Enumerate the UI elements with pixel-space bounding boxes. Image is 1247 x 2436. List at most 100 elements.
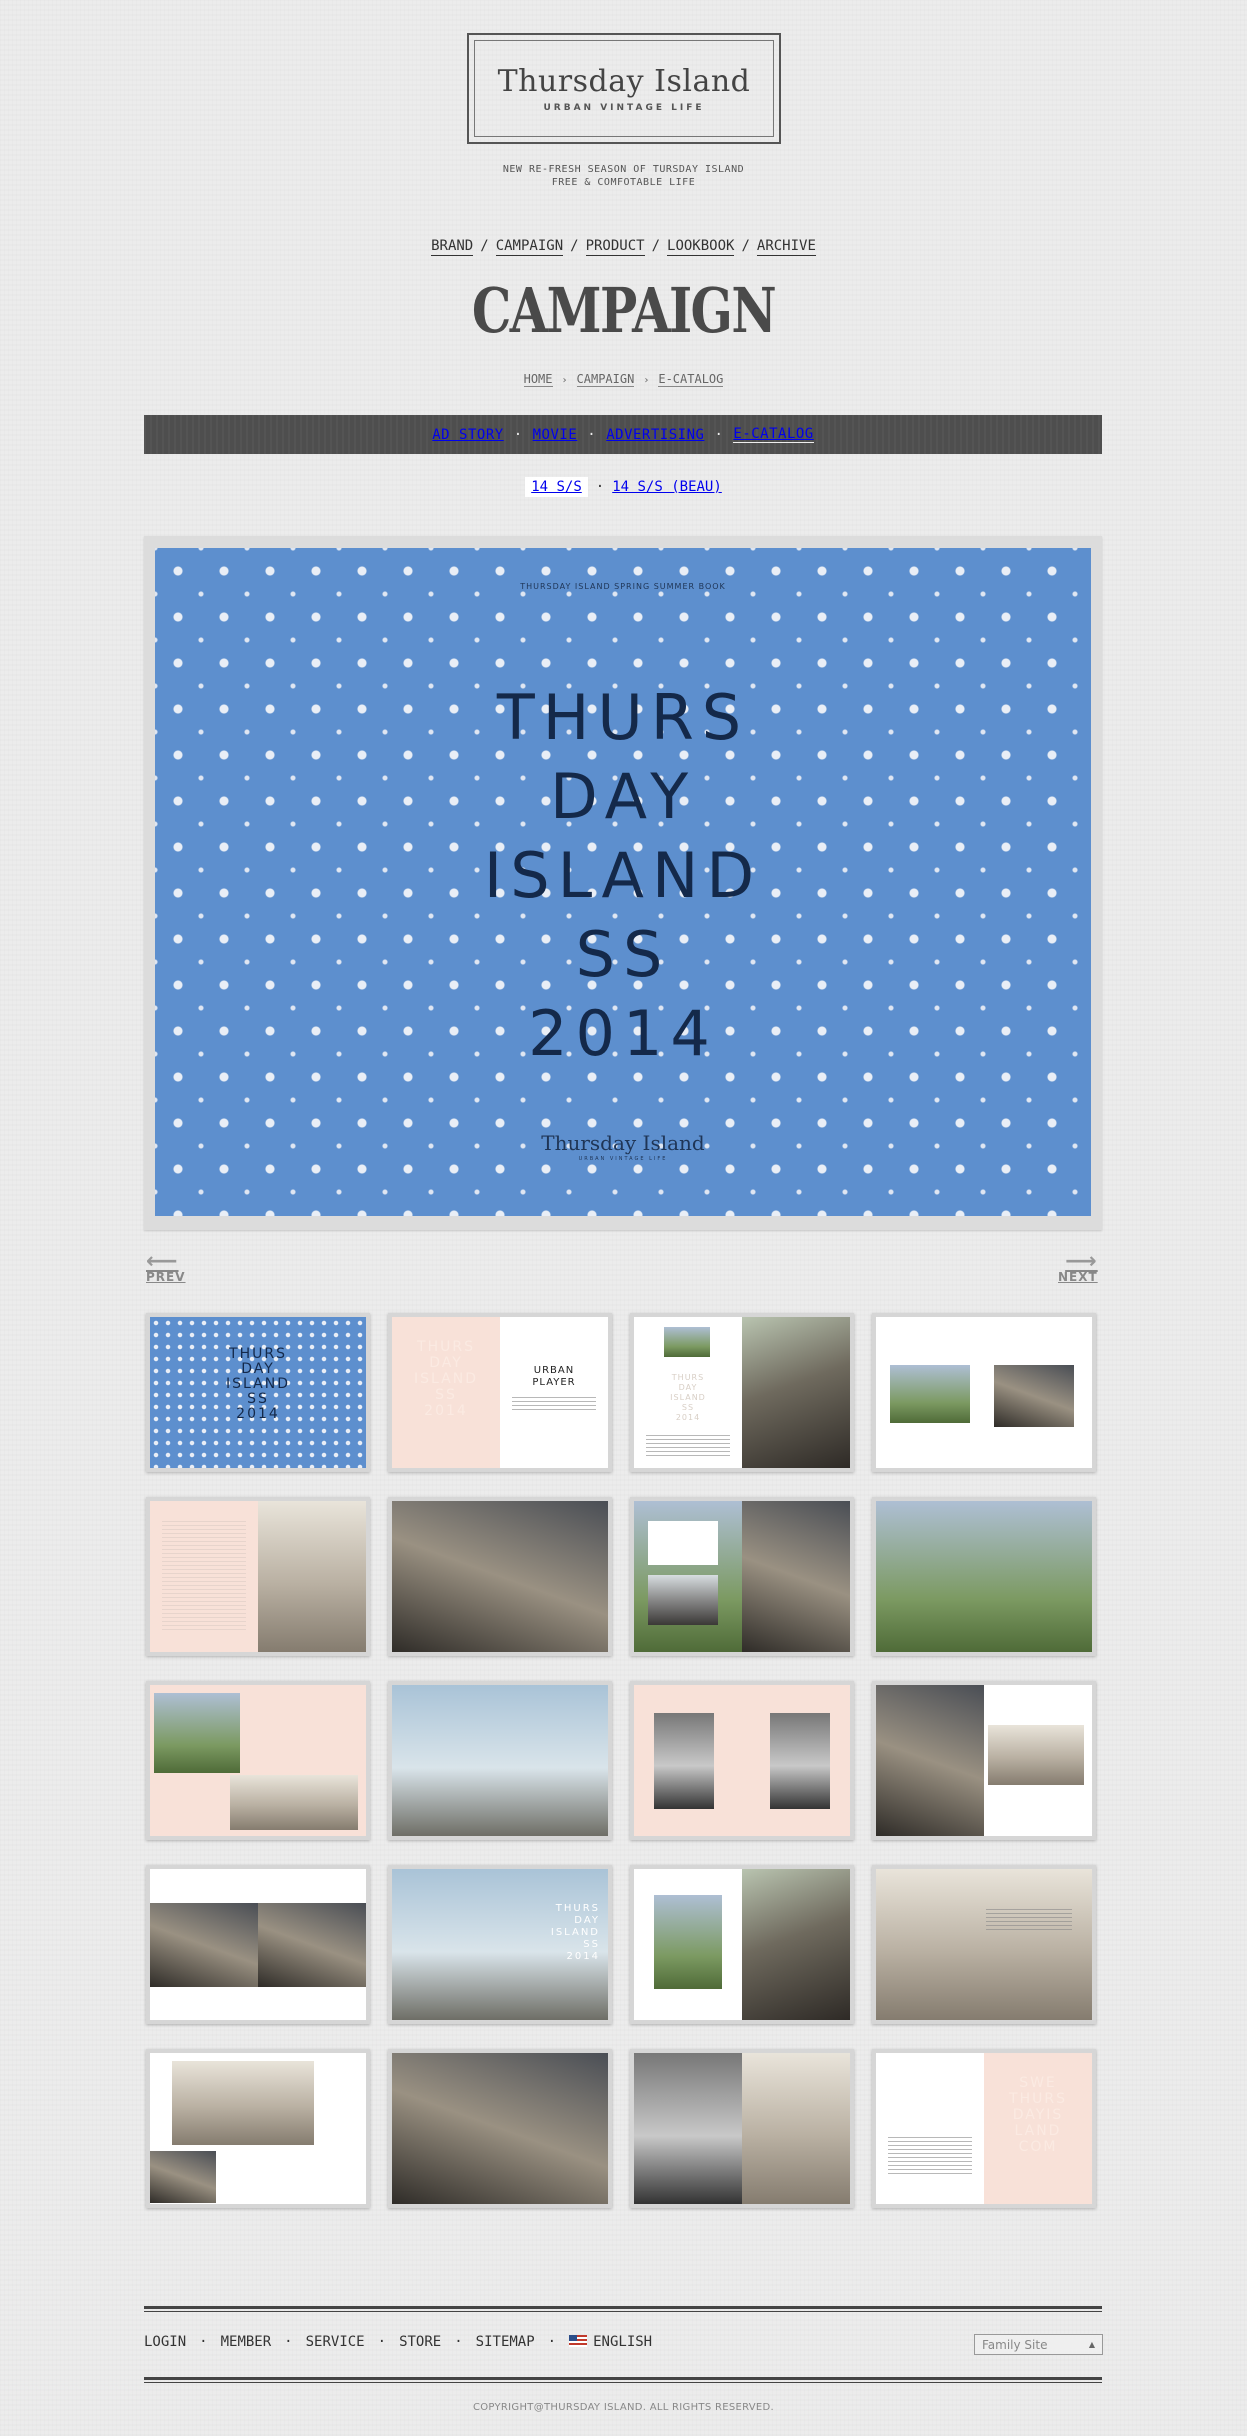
thumbnail-page [392,2053,608,2204]
thumbnail-page [150,1501,258,1652]
footer-nav: LOGIN · MEMBER · SERVICE · STORE · SITEM… [144,2334,652,2350]
us-flag-icon [569,2335,588,2347]
next-button[interactable]: ⟶ NEXT [1058,1251,1098,1285]
catalog-thumbnail[interactable] [630,2049,854,2208]
thumbnail-page [258,2053,366,2204]
catalog-thumbnail[interactable] [630,1681,854,1840]
thumbnail-page [984,1317,1092,1468]
subnav-ad-story[interactable]: AD STORY [432,427,503,443]
cover-brand-logo: Thursday Island [541,1131,705,1155]
thumbnail-title: SWE THURS DAYIS LAND COM [1009,2075,1067,2155]
catalog-thumbnail[interactable] [872,1497,1096,1656]
thumbnail-page [150,1869,258,2020]
nav-separator: / [570,238,579,254]
language-english[interactable]: ENGLISH [569,2334,652,2350]
tagline: NEW RE-FRESH SEASON OF TURSDAY ISLAND FR… [0,163,1247,189]
cover-title: THURS DAY ISLAND SS 2014 [483,681,763,1070]
caret-up-icon: ▲ [1088,2340,1095,2349]
footer-login[interactable]: LOGIN [144,2334,186,2350]
catalog-thumbnail[interactable]: THURS DAY ISLAND SS 2014 URBAN PLAYER [388,1313,612,1472]
subnav-advertising[interactable]: ADVERTISING [606,427,704,443]
catalog-thumbnail[interactable]: THURS DAY ISLAND SS 2014 [630,1313,854,1472]
nav-product[interactable]: PRODUCT [585,238,645,256]
catalog-viewer[interactable]: THURSDAY ISLAND SPRING SUMMER BOOK THURS… [144,536,1102,1230]
catalog-thumbnail[interactable] [872,1313,1096,1472]
thumbnail-page: THURS DAY ISLAND SS 2014 [392,1317,500,1468]
copyright: COPYRIGHT@THURSDAY ISLAND. ALL RIGHTS RE… [472,2402,775,2413]
catalog-thumbnail[interactable] [146,1497,370,1656]
catalog-thumbnails: THURS DAY ISLAND SS 2014 THURS DAY ISLAN… [146,1313,1101,2208]
footer-member[interactable]: MEMBER [221,2334,272,2350]
season-tab-14ss-beau[interactable]: 14 S/S (BEAU) [612,479,722,495]
catalog-thumbnail[interactable] [630,1865,854,2024]
thumbnail-page: THURS DAY ISLAND SS 2014 [634,1317,742,1468]
thumbnail-page [392,1685,608,1836]
subnav-movie[interactable]: MOVIE [533,427,578,443]
nav-campaign[interactable]: CAMPAIGN [495,238,564,256]
season-separator: · [595,479,605,495]
subnav-e-catalog[interactable]: E-CATALOG [733,426,814,443]
breadcrumb-arrow-icon: › [561,375,568,386]
catalog-thumbnail[interactable] [146,2049,370,2208]
tagline-line-1: NEW RE-FRESH SEASON OF TURSDAY ISLAND [502,164,745,175]
catalog-thumbnail[interactable] [146,1865,370,2024]
thumbnail-page [150,2053,258,2204]
catalog-thumbnail[interactable]: THURS DAY ISLAND SS 2014 [146,1313,370,1472]
logo-subtitle: URBAN VINTAGE LIFE [543,103,705,113]
thumbnail-page [742,2053,850,2204]
catalog-thumbnail[interactable] [388,2049,612,2208]
family-site-select[interactable]: Family Site ▲ [974,2334,1103,2355]
thumbnail-heading: URBAN PLAYER [532,1365,576,1388]
tagline-line-2: FREE & COMFOTABLE LIFE [551,177,696,188]
catalog-thumbnail[interactable] [630,1497,854,1656]
catalog-thumbnail[interactable] [872,1681,1096,1840]
thumbnail-page [392,1501,608,1652]
thumbnail-page [258,1685,366,1836]
nav-separator: / [651,238,661,254]
thumbnail-page [742,1685,850,1836]
thumbnail-page [634,1501,742,1652]
nav-separator: / [741,238,750,254]
catalog-thumbnail[interactable]: THURS DAY ISLAND SS 2014 [388,1865,612,2024]
footer-service[interactable]: SERVICE [306,2334,365,2350]
thumbnail-title: THURS DAY ISLAND SS 2014 [550,1903,600,1962]
breadcrumb-arrow-icon: › [643,375,650,386]
catalog-thumbnail[interactable] [146,1681,370,1840]
breadcrumb-campaign[interactable]: CAMPAIGN [576,372,635,387]
nav-brand[interactable]: BRAND [431,238,474,256]
thumbnail-page [876,2053,984,2204]
catalog-thumbnail[interactable] [388,1497,612,1656]
thumbnail-page [876,1869,1092,2020]
breadcrumb-home[interactable]: HOME [523,372,553,387]
thumbnail-page [258,1501,366,1652]
subnav-separator: · [714,426,724,443]
prev-label: PREV [146,1270,186,1284]
site-logo[interactable]: Thursday Island URBAN VINTAGE LIFE [467,33,781,144]
footer-store[interactable]: STORE [399,2334,441,2350]
footer-separator: · [547,2334,557,2350]
thumbnail-page [634,2053,742,2204]
prev-button[interactable]: ⟵ PREV [146,1251,186,1285]
footer-sitemap[interactable]: SITEMAP [476,2334,535,2350]
nav-archive[interactable]: ARCHIVE [756,238,816,256]
catalog-thumbnail[interactable]: SWE THURS DAYIS LAND COM [872,2049,1096,2208]
footer-separator: · [377,2334,387,2350]
page-title: CAMPAIGN [471,274,777,347]
season-tab-14ss[interactable]: 14 S/S [525,477,588,497]
catalog-thumbnail[interactable] [388,1681,612,1840]
catalog-cover-page[interactable]: THURSDAY ISLAND SPRING SUMMER BOOK THURS… [155,548,1091,1216]
thumbnail-page [150,1685,258,1836]
thumbnail-cover-title: THURS DAY ISLAND SS 2014 [226,1346,290,1422]
breadcrumb-e-catalog[interactable]: E-CATALOG [658,372,724,387]
thumbnail-page: THURS DAY ISLAND SS 2014 [150,1317,366,1468]
breadcrumb: HOME › CAMPAIGN › E-CATALOG [0,372,1247,387]
catalog-thumbnail[interactable] [872,1865,1096,2024]
subnav-separator: · [587,426,597,443]
nav-lookbook[interactable]: LOOKBOOK [667,238,735,256]
footer-divider [144,2377,1102,2383]
thumbnail-page: URBAN PLAYER [500,1317,608,1468]
season-tabs: 14 S/S · 14 S/S (BEAU) [0,477,1247,497]
campaign-subnav: AD STORY · MOVIE · ADVERTISING · E-CATAL… [144,415,1102,454]
thumbnail-page [742,1869,850,2020]
footer-separator: · [199,2334,208,2350]
